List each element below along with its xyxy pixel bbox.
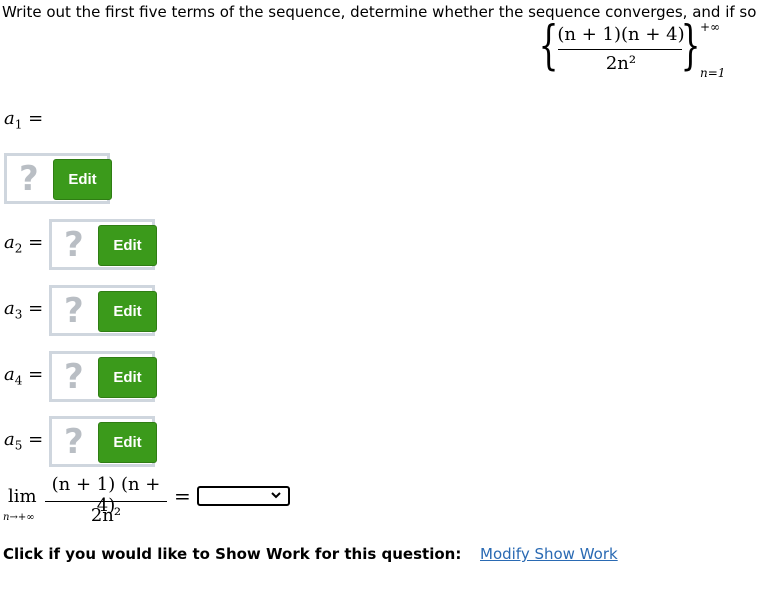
limit-subscript: n→+∞	[3, 512, 35, 523]
edit-button-a3[interactable]: Edit	[98, 291, 157, 332]
term-index: 5	[14, 438, 23, 453]
question-mark-icon: ?	[64, 291, 84, 331]
term-var: a	[4, 232, 15, 253]
equals-sign: =	[28, 232, 44, 253]
question-mark-icon: ?	[64, 225, 84, 265]
limit-equals-sign: =	[174, 484, 191, 508]
term-index: 2	[14, 241, 23, 256]
question-mark-icon: ?	[64, 357, 84, 397]
limit-denominator: 2n²	[90, 505, 122, 526]
modify-show-work-link[interactable]: Modify Show Work	[480, 545, 618, 563]
term-var: a	[4, 429, 15, 450]
answer-widget-a1[interactable]: ? Edit	[4, 153, 112, 204]
question-mark-icon: ?	[19, 159, 39, 199]
chevron-down-icon	[270, 489, 282, 504]
right-brace: }	[680, 16, 701, 76]
limit-answer-select[interactable]	[197, 486, 290, 506]
show-work-prompt: Click if you would like to Show Work for…	[3, 545, 462, 563]
term-label-a3: a3 =	[4, 298, 43, 322]
equals-sign: =	[28, 108, 44, 129]
answer-widget-a4[interactable]: ? Edit	[49, 351, 157, 402]
term-label-a5: a5 =	[4, 429, 43, 453]
sequence-expression: { (n + 1)(n + 4) 2n² } +∞ n=1	[536, 20, 766, 80]
equals-sign: =	[28, 364, 44, 385]
answer-widget-a5[interactable]: ? Edit	[49, 416, 157, 467]
question-mark-icon: ?	[64, 422, 84, 462]
sequence-upper-bound: +∞	[700, 20, 721, 34]
sequence-denominator: 2n²	[605, 53, 637, 74]
fraction-bar	[558, 49, 682, 50]
term-var: a	[4, 108, 15, 129]
edit-button-a4[interactable]: Edit	[98, 357, 157, 398]
term-label-a2: a2 =	[4, 232, 43, 256]
equals-sign: =	[28, 298, 44, 319]
sequence-lower-bound: n=1	[700, 66, 726, 80]
edit-button-a5[interactable]: Edit	[98, 422, 157, 463]
equals-sign: =	[28, 429, 44, 450]
answer-widget-a2[interactable]: ? Edit	[49, 219, 157, 270]
edit-button-a2[interactable]: Edit	[98, 225, 157, 266]
sequence-numerator: (n + 1)(n + 4)	[557, 24, 685, 45]
term-label-a1: a1 =	[4, 108, 43, 132]
edit-button-a1[interactable]: Edit	[53, 159, 112, 200]
term-index: 4	[14, 373, 23, 388]
term-index: 3	[14, 307, 23, 322]
limit-operator: lim	[8, 486, 37, 507]
limit-fraction-bar	[45, 501, 167, 502]
term-var: a	[4, 364, 15, 385]
term-label-a4: a4 =	[4, 364, 43, 388]
term-var: a	[4, 298, 15, 319]
term-index: 1	[14, 117, 23, 132]
answer-widget-a3[interactable]: ? Edit	[49, 285, 157, 336]
question-prompt: Write out the first five terms of the se…	[2, 3, 757, 21]
